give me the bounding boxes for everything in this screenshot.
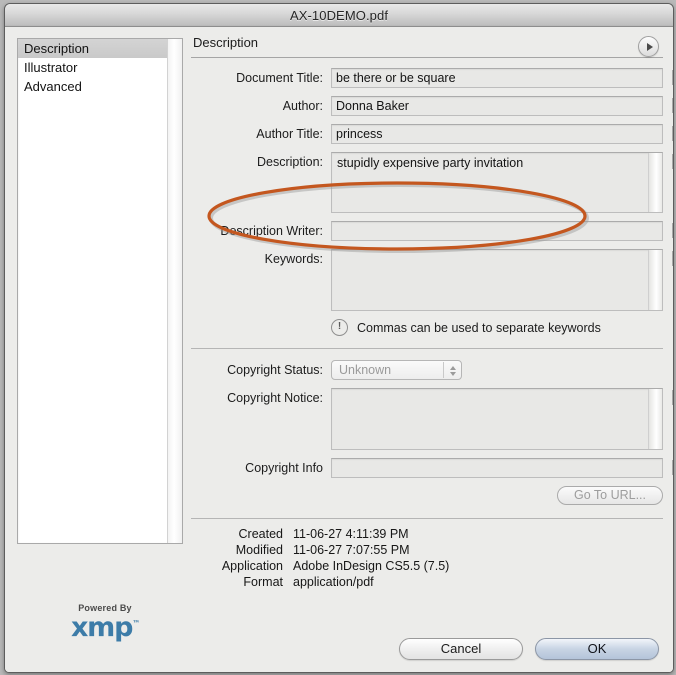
- description-writer-disclosure-icon[interactable]: [672, 223, 674, 238]
- go-to-url-button[interactable]: Go To URL...: [557, 486, 663, 505]
- ok-button[interactable]: OK: [535, 638, 659, 660]
- keywords-hint-text: Commas can be used to separate keywords: [357, 321, 601, 335]
- copyright-info-control: [331, 458, 663, 478]
- author-input[interactable]: Donna Baker: [331, 96, 663, 116]
- document-title-label: Document Title:: [191, 68, 331, 88]
- field-row-copyright-info: Copyright Info: [191, 458, 663, 478]
- copyright-notice-scrollbar[interactable]: [648, 389, 662, 449]
- description-scrollbar[interactable]: [648, 153, 662, 212]
- title-bar[interactable]: AX-10DEMO.pdf: [5, 4, 673, 27]
- category-list-items: Description Illustrator Advanced: [18, 39, 168, 96]
- field-row-author-title: Author Title: princess: [191, 124, 663, 144]
- format-label: Format: [191, 575, 293, 589]
- keywords-textarea[interactable]: [331, 249, 663, 311]
- field-row-description-writer: Description Writer:: [191, 221, 663, 241]
- author-title-control: princess: [331, 124, 663, 144]
- meta-row-modified: Modified 11-06-27 7:07:55 PM: [191, 543, 663, 557]
- copyright-info-input[interactable]: [331, 458, 663, 478]
- stepper-arrows-icon[interactable]: [450, 363, 456, 378]
- field-row-document-title: Document Title: be there or be square: [191, 68, 663, 88]
- document-title-disclosure-icon[interactable]: [672, 70, 674, 85]
- keywords-label: Keywords:: [191, 249, 331, 269]
- chevron-up-icon: [450, 366, 456, 370]
- window-title: AX-10DEMO.pdf: [290, 8, 388, 23]
- file-metadata-list: Created 11-06-27 4:11:39 PM Modified 11-…: [191, 527, 663, 589]
- description-writer-label: Description Writer:: [191, 221, 331, 241]
- sidebar-item-illustrator[interactable]: Illustrator: [18, 58, 168, 77]
- keywords-hint: ! Commas can be used to separate keyword…: [331, 319, 663, 336]
- sidebar-item-label: Description: [24, 41, 89, 56]
- copyright-notice-control: [331, 388, 663, 450]
- description-value: stupidly expensive party invitation: [337, 156, 523, 170]
- document-title-control: be there or be square: [331, 68, 663, 88]
- panel-title: Description: [191, 35, 663, 50]
- field-row-description: Description: stupidly expensive party in…: [191, 152, 663, 213]
- cancel-button[interactable]: Cancel: [399, 638, 523, 660]
- sidebar-item-advanced[interactable]: Advanced: [18, 77, 168, 96]
- metadata-dialog-window: AX-10DEMO.pdf Description Illustrator Ad…: [4, 3, 674, 673]
- copyright-status-label: Copyright Status:: [191, 360, 331, 380]
- category-list[interactable]: Description Illustrator Advanced: [17, 38, 183, 544]
- trademark-icon: ™: [132, 619, 139, 628]
- dialog-body: Description Illustrator Advanced Powered…: [5, 27, 673, 672]
- copyright-section-divider: [191, 348, 663, 349]
- dialog-footer: Cancel OK: [399, 638, 659, 660]
- description-writer-control: [331, 221, 663, 241]
- right-triangle-icon: [647, 43, 653, 51]
- application-label: Application: [191, 559, 293, 573]
- copyright-status-value: Unknown: [339, 363, 391, 377]
- stepper-divider: [443, 362, 444, 378]
- xmp-wordmark: xmp™: [59, 611, 151, 641]
- document-title-input[interactable]: be there or be square: [331, 68, 663, 88]
- sidebar-item-label: Advanced: [24, 79, 82, 94]
- meta-row-application: Application Adobe InDesign CS5.5 (7.5): [191, 559, 663, 573]
- copyright-info-disclosure-icon[interactable]: [672, 460, 674, 475]
- keywords-scrollbar[interactable]: [648, 250, 662, 310]
- xmp-wordmark-text: xmp: [71, 612, 132, 643]
- author-label: Author:: [191, 96, 331, 116]
- chevron-down-icon: [450, 372, 456, 376]
- copyright-notice-textarea[interactable]: [331, 388, 663, 450]
- metadata-form: Document Title: be there or be square Au…: [191, 58, 663, 589]
- description-control: stupidly expensive party invitation: [331, 152, 663, 213]
- keywords-disclosure-icon[interactable]: [672, 251, 674, 266]
- field-row-go-to-url: Go To URL...: [191, 486, 663, 510]
- author-title-input[interactable]: princess: [331, 124, 663, 144]
- keywords-control: [331, 249, 663, 311]
- application-value: Adobe InDesign CS5.5 (7.5): [293, 559, 449, 573]
- created-label: Created: [191, 527, 293, 541]
- author-title-disclosure-icon[interactable]: [672, 126, 674, 141]
- field-row-keywords: Keywords:: [191, 249, 663, 311]
- description-textarea[interactable]: stupidly expensive party invitation: [331, 152, 663, 213]
- sidebar-item-description[interactable]: Description: [18, 39, 168, 58]
- meta-row-created: Created 11-06-27 4:11:39 PM: [191, 527, 663, 541]
- meta-section-divider: [191, 518, 663, 519]
- copyright-info-label: Copyright Info: [191, 458, 331, 478]
- field-row-copyright-notice: Copyright Notice:: [191, 388, 663, 450]
- field-row-copyright-status: Copyright Status: Unknown: [191, 360, 663, 380]
- field-row-author: Author: Donna Baker: [191, 96, 663, 116]
- sidebar-scrollbar[interactable]: [167, 39, 182, 543]
- modified-value: 11-06-27 7:07:55 PM: [293, 543, 410, 557]
- author-control: Donna Baker: [331, 96, 663, 116]
- copyright-notice-disclosure-icon[interactable]: [672, 390, 674, 405]
- modified-label: Modified: [191, 543, 293, 557]
- sidebar-item-label: Illustrator: [24, 60, 77, 75]
- exclamation-circle-icon: !: [331, 319, 348, 336]
- meta-row-format: Format application/pdf: [191, 575, 663, 589]
- description-panel: Description Document Title: be there or …: [191, 35, 663, 591]
- xmp-logo: Powered By xmp™: [59, 603, 151, 641]
- author-title-label: Author Title:: [191, 124, 331, 144]
- description-writer-input[interactable]: [331, 221, 663, 241]
- format-value: application/pdf: [293, 575, 374, 589]
- copyright-status-control: Unknown: [331, 360, 663, 380]
- created-value: 11-06-27 4:11:39 PM: [293, 527, 409, 541]
- copyright-status-select[interactable]: Unknown: [331, 360, 462, 380]
- description-label: Description:: [191, 152, 331, 172]
- copyright-notice-label: Copyright Notice:: [191, 388, 331, 408]
- author-disclosure-icon[interactable]: [672, 98, 674, 113]
- description-disclosure-icon[interactable]: [672, 154, 674, 169]
- panel-options-icon[interactable]: [638, 36, 659, 57]
